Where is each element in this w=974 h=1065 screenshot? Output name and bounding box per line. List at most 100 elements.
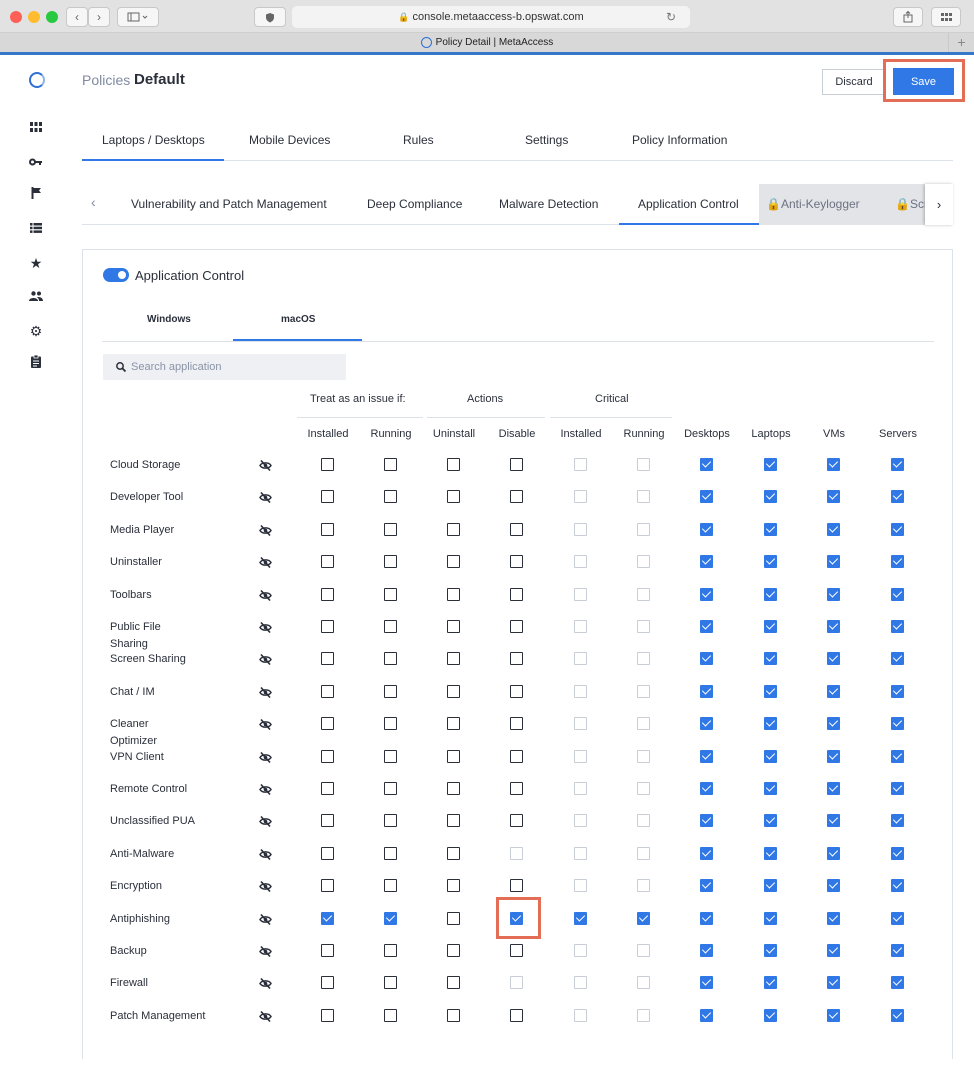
hidden-eye-icon[interactable]: [259, 913, 272, 925]
checkbox[interactable]: [764, 652, 777, 666]
browser-tab[interactable]: Policy Detail | MetaAccess: [0, 37, 974, 48]
checkbox[interactable]: [384, 717, 397, 731]
users-icon[interactable]: [26, 287, 46, 307]
checkbox[interactable]: [321, 846, 334, 860]
new-tab-button[interactable]: +: [948, 33, 974, 52]
checkbox[interactable]: [891, 717, 904, 731]
checkbox[interactable]: [700, 522, 713, 536]
checkbox[interactable]: [321, 879, 334, 893]
checkbox[interactable]: [891, 620, 904, 633]
checkbox[interactable]: [384, 684, 397, 698]
checkbox[interactable]: [827, 782, 840, 795]
logo-icon[interactable]: [29, 72, 45, 88]
checkbox[interactable]: [700, 652, 713, 666]
hidden-eye-icon[interactable]: [259, 589, 272, 601]
star-icon[interactable]: ★: [26, 253, 46, 273]
checkbox[interactable]: [764, 782, 777, 795]
checkbox[interactable]: [891, 782, 904, 795]
reload-icon[interactable]: ↻: [666, 10, 676, 24]
hidden-eye-icon[interactable]: [259, 784, 272, 795]
checkbox[interactable]: [700, 879, 713, 893]
checkbox[interactable]: [510, 555, 523, 569]
checkbox[interactable]: [447, 717, 460, 731]
list-icon[interactable]: [26, 219, 46, 239]
checkbox[interactable]: [827, 879, 840, 893]
checkbox[interactable]: [447, 458, 460, 471]
checkbox[interactable]: [447, 749, 460, 763]
checkbox[interactable]: [510, 749, 523, 763]
checkbox[interactable]: [764, 749, 777, 763]
hidden-eye-icon[interactable]: [259, 848, 272, 860]
checkbox[interactable]: [510, 458, 523, 471]
checkbox[interactable]: [447, 1008, 460, 1022]
checkbox[interactable]: [891, 587, 904, 601]
checkbox[interactable]: [510, 1008, 523, 1022]
checkbox[interactable]: [700, 587, 713, 601]
checkbox[interactable]: [891, 976, 904, 990]
checkbox[interactable]: [700, 782, 713, 795]
checkbox[interactable]: [510, 620, 523, 633]
checkbox[interactable]: [891, 1008, 904, 1022]
checkbox[interactable]: [827, 717, 840, 731]
checkbox[interactable]: [510, 490, 523, 504]
checkbox[interactable]: [384, 1008, 397, 1022]
checkbox[interactable]: [891, 749, 904, 763]
forward-button[interactable]: ›: [88, 7, 110, 27]
hidden-eye-icon[interactable]: [259, 1010, 272, 1022]
checkbox[interactable]: [827, 976, 840, 990]
tab-rules[interactable]: Rules: [403, 133, 434, 147]
hidden-eye-icon[interactable]: [259, 881, 272, 893]
hidden-eye-icon[interactable]: [259, 460, 272, 471]
checkbox[interactable]: [321, 620, 334, 633]
hidden-eye-icon[interactable]: [259, 524, 272, 536]
checkbox[interactable]: [827, 652, 840, 666]
checkbox[interactable]: [384, 814, 397, 828]
checkbox[interactable]: [447, 846, 460, 860]
privacy-button[interactable]: [254, 7, 286, 27]
checkbox[interactable]: [447, 976, 460, 990]
checkbox[interactable]: [384, 620, 397, 633]
checkbox[interactable]: [321, 1008, 334, 1022]
hidden-eye-icon[interactable]: [259, 492, 272, 504]
tabs-overview-button[interactable]: [931, 7, 961, 27]
breadcrumb[interactable]: Policies: [82, 72, 130, 88]
checkbox[interactable]: [321, 458, 334, 471]
checkbox[interactable]: [827, 587, 840, 601]
subtab-screen[interactable]: 🔒Scr: [895, 197, 925, 211]
checkbox[interactable]: [764, 555, 777, 569]
checkbox[interactable]: [321, 782, 334, 795]
checkbox[interactable]: [321, 587, 334, 601]
checkbox[interactable]: [447, 620, 460, 633]
back-button[interactable]: ‹: [66, 7, 88, 27]
subtab-anti-keylogger[interactable]: 🔒Anti-Keylogger: [766, 197, 860, 211]
checkbox[interactable]: [827, 458, 840, 471]
checkbox[interactable]: [827, 490, 840, 504]
checkbox[interactable]: [384, 587, 397, 601]
checkbox[interactable]: [891, 652, 904, 666]
checkbox[interactable]: [447, 782, 460, 795]
checkbox[interactable]: [384, 555, 397, 569]
flag-icon[interactable]: [26, 185, 46, 205]
checkbox[interactable]: [891, 684, 904, 698]
checkbox[interactable]: [827, 620, 840, 633]
checkbox[interactable]: [700, 1008, 713, 1022]
checkbox[interactable]: [321, 911, 334, 925]
gear-icon[interactable]: ⚙: [26, 321, 46, 341]
hidden-eye-icon[interactable]: [259, 719, 272, 731]
checkbox[interactable]: [764, 587, 777, 601]
checkbox[interactable]: [321, 555, 334, 569]
checkbox[interactable]: [510, 814, 523, 828]
checkbox[interactable]: [891, 555, 904, 569]
key-icon[interactable]: [26, 152, 46, 172]
checkbox[interactable]: [764, 846, 777, 860]
minimize-window-dot[interactable]: [28, 11, 40, 23]
hidden-eye-icon[interactable]: [259, 978, 272, 990]
save-button[interactable]: Save: [893, 68, 954, 95]
checkbox[interactable]: [510, 684, 523, 698]
tab-laptops-desktops[interactable]: Laptops / Desktops: [102, 133, 205, 147]
subtab-deep-compliance[interactable]: Deep Compliance: [367, 197, 462, 211]
hidden-eye-icon[interactable]: [259, 816, 272, 828]
checkbox[interactable]: [827, 846, 840, 860]
checkbox[interactable]: [827, 684, 840, 698]
checkbox[interactable]: [447, 814, 460, 828]
